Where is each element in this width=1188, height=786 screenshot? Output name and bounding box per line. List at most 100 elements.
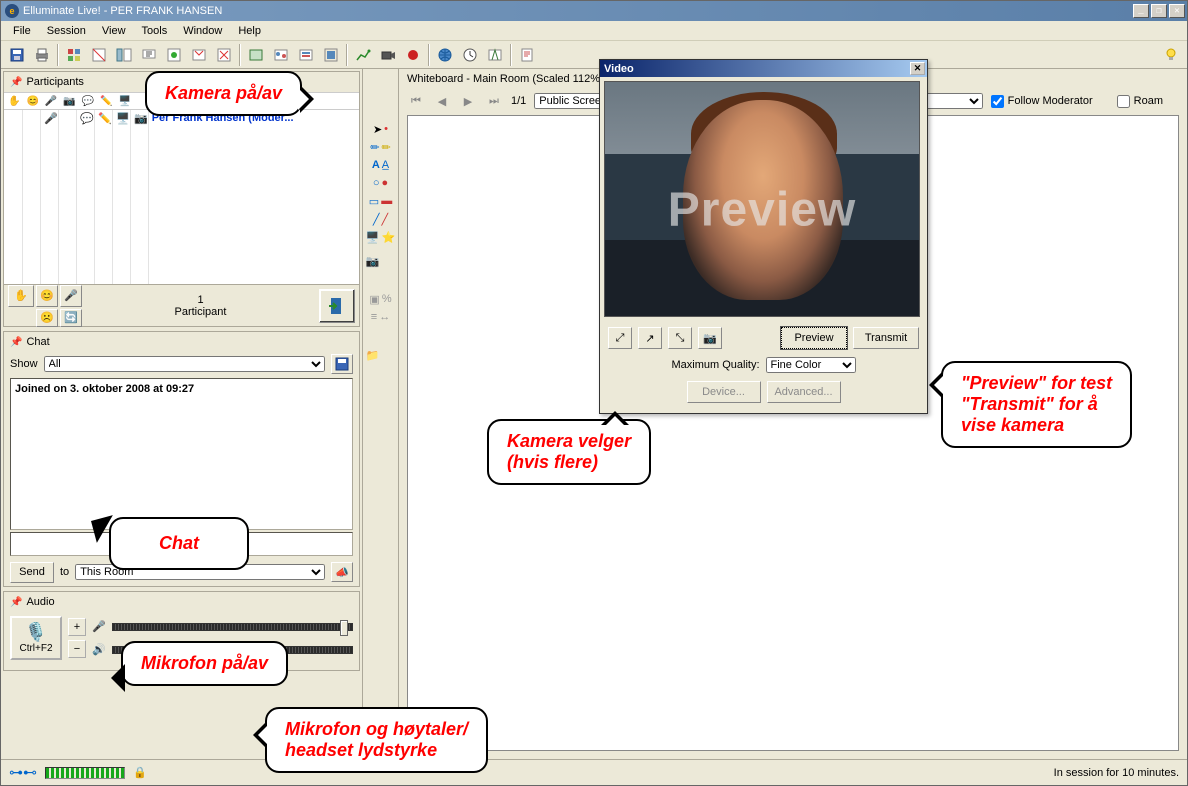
talk-button[interactable]: 🎙️ Ctrl+F2 (10, 616, 62, 660)
tool-3[interactable] (62, 43, 86, 67)
restore-button[interactable]: ❐ (1151, 4, 1167, 18)
microphone-icon: 🎙️ (25, 622, 47, 643)
preview-button[interactable]: Preview (781, 327, 847, 349)
raise-hand-button[interactable]: ✋ (8, 285, 34, 307)
mic-slider[interactable] (112, 623, 353, 631)
help-lightbulb-icon[interactable] (1159, 43, 1183, 67)
camera-icon[interactable] (376, 43, 400, 67)
menu-help[interactable]: Help (230, 23, 269, 39)
print-icon[interactable] (30, 43, 54, 67)
chat-col-icon: 💬 (82, 96, 94, 107)
tool-7[interactable] (162, 43, 186, 67)
raise-mic-button[interactable]: 🎤 (60, 285, 82, 307)
title-bar: e Elluminate Live! - PER FRANK HANSEN _ … (1, 1, 1187, 21)
menu-window[interactable]: Window (175, 23, 230, 39)
menu-file[interactable]: File (5, 23, 39, 39)
chat-status-icon: 💬 (80, 112, 94, 125)
clock-icon[interactable] (458, 43, 482, 67)
pencil-col-icon: ✏️ (100, 96, 112, 107)
callout-mic-toggle: Mikrofon på/av (121, 641, 288, 686)
participants-list[interactable]: 🎤 💬 ✏️ 🖥️ 📷 Per Frank Hansen (Moder... (4, 110, 359, 284)
globe-icon[interactable] (433, 43, 457, 67)
menu-view[interactable]: View (94, 23, 134, 39)
chart-icon[interactable] (351, 43, 375, 67)
follow-moderator-checkbox[interactable]: Follow Moderator (991, 95, 1093, 108)
audio-header: Audio (26, 596, 54, 608)
wb-group-tool[interactable]: ▣ % (366, 291, 396, 307)
tool-4[interactable] (87, 43, 111, 67)
quality-select[interactable]: Fine Color (766, 357, 856, 373)
video-resize-button[interactable]: ⤡ (668, 327, 692, 349)
tool-19[interactable] (483, 43, 507, 67)
chat-announce-button[interactable]: 📣 (331, 562, 353, 582)
tool-10[interactable] (244, 43, 268, 67)
pin-icon[interactable]: 📌 (10, 337, 22, 348)
advanced-button[interactable]: Advanced... (767, 381, 841, 403)
app-icon: e (5, 4, 19, 18)
wb-line-tool[interactable]: ╱ ╱ (366, 211, 396, 227)
roam-checkbox[interactable]: Roam (1117, 95, 1163, 108)
tool-9[interactable] (212, 43, 236, 67)
menu-session[interactable]: Session (39, 23, 94, 39)
connection-icon: ⊶⊷ (9, 764, 37, 781)
video-snapshot-button[interactable]: 📷 (698, 327, 722, 349)
menu-tools[interactable]: Tools (134, 23, 176, 39)
transmit-button[interactable]: Transmit (853, 327, 919, 349)
notes-icon[interactable] (515, 43, 539, 67)
wb-camera-tool[interactable]: 📷 (366, 253, 396, 269)
wb-rect-tool[interactable]: ▭ ▬ (366, 193, 396, 209)
tool-8[interactable] (187, 43, 211, 67)
wb-align-tool[interactable]: ≡ ↔ (366, 309, 396, 325)
happy-button[interactable]: 😊 (36, 285, 58, 307)
video-detach-button[interactable]: ↗ (638, 327, 662, 349)
menu-bar: File Session View Tools Window Help (1, 21, 1187, 41)
sad-button[interactable]: ☹️ (36, 309, 58, 327)
participant-count: 1 Participant (86, 294, 315, 318)
screen-status-icon: 🖥️ (116, 112, 130, 125)
door-button[interactable] (319, 289, 355, 323)
close-button[interactable]: ✕ (1169, 4, 1185, 18)
nav-prev-button[interactable]: ◀ (433, 95, 451, 108)
lock-icon: 🔒 (133, 766, 147, 779)
wb-text-tool[interactable]: A A̲ (366, 157, 396, 173)
send-button[interactable]: Send (10, 562, 54, 583)
nav-next-button[interactable]: ▶ (459, 95, 477, 108)
minimize-button[interactable]: _ (1133, 4, 1149, 18)
chat-to-label: to (60, 566, 69, 578)
step-away-button[interactable]: 🔄 (60, 309, 82, 327)
video-collapse-button[interactable]: ⤢ (608, 327, 632, 349)
nav-first-button[interactable]: ⏮ (407, 95, 425, 108)
vol-up-button[interactable]: + (68, 618, 86, 636)
callout-camera-select: Kamera velger (hvis flere) (487, 419, 651, 485)
wb-pen-tool[interactable]: ✏ ✏ (366, 139, 396, 155)
camera-col-icon: 📷 (63, 96, 75, 107)
chat-show-select[interactable]: All (44, 356, 325, 372)
video-status-icon: 📷 (134, 112, 148, 125)
chat-show-label: Show (10, 358, 38, 370)
save-icon[interactable] (5, 43, 29, 67)
nav-last-button[interactable]: ⏭ (485, 95, 503, 108)
pin-icon[interactable]: 📌 (10, 77, 22, 88)
mic-icon: 🎤 (45, 96, 57, 107)
pin-icon[interactable]: 📌 (10, 597, 22, 608)
wb-screen-tool[interactable]: 🖥️ ⭐ (366, 229, 396, 245)
tool-13[interactable] (319, 43, 343, 67)
wb-oval-tool[interactable]: ○ ● (366, 175, 396, 191)
mic-slider-icon: 🎤 (92, 620, 106, 633)
tool-6[interactable] (137, 43, 161, 67)
tool-12[interactable] (294, 43, 318, 67)
record-icon[interactable] (401, 43, 425, 67)
tool-11[interactable] (269, 43, 293, 67)
wb-folder-tool[interactable]: 📁 (366, 347, 396, 363)
video-window: Video ✕ Preview ⤢ ↗ ⤡ 📷 Preview Transmit… (599, 59, 928, 414)
vol-down-button[interactable]: − (68, 640, 86, 658)
chat-transcript[interactable]: Joined on 3. oktober 2008 at 09:27 (10, 378, 353, 530)
wb-pointer-tool[interactable]: ➤ • (366, 121, 396, 137)
tool-5[interactable] (112, 43, 136, 67)
device-button[interactable]: Device... (687, 381, 761, 403)
speaker-slider-icon: 🔊 (92, 643, 106, 656)
video-close-button[interactable]: ✕ (910, 62, 925, 75)
activity-meter (45, 767, 125, 779)
chat-save-button[interactable] (331, 354, 353, 374)
participants-header: Participants (26, 76, 83, 88)
